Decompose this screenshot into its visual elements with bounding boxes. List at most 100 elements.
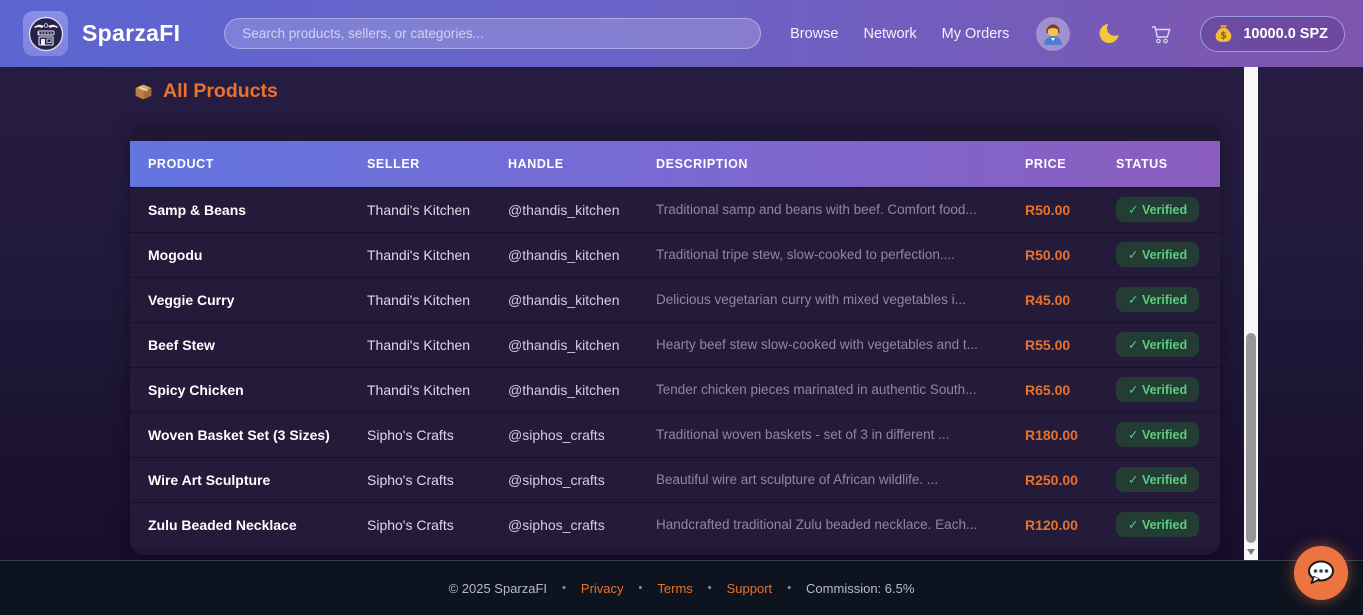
seller-name: Thandi's Kitchen (349, 232, 490, 277)
nav-link-browse[interactable]: Browse (790, 26, 838, 42)
status-cell: ✓ Verified (1098, 457, 1220, 502)
nav-links: Browse Network My Orders (790, 26, 1009, 42)
brand-title: SparzaFI (82, 20, 180, 47)
page-title-text: All Products (163, 80, 278, 103)
search-input[interactable] (224, 18, 761, 49)
wallet-balance-badge[interactable]: $ 10000.0 SPZ (1200, 16, 1345, 52)
product-name: Zulu Beaded Necklace (130, 502, 349, 547)
product-description: Tender chicken pieces marinated in authe… (638, 367, 1007, 412)
col-header-status: STATUS (1098, 141, 1220, 187)
verified-status-badge: ✓ Verified (1116, 332, 1199, 357)
svg-text:$: $ (1221, 30, 1228, 41)
product-description: Hearty beef stew slow-cooked with vegeta… (638, 322, 1007, 367)
sparzafi-logo-icon[interactable] (23, 11, 68, 56)
scrollbar-thumb[interactable] (1246, 333, 1256, 543)
vertical-scrollbar[interactable] (1244, 67, 1258, 560)
product-price: R55.00 (1007, 322, 1098, 367)
product-price: R50.00 (1007, 232, 1098, 277)
theme-toggle-button[interactable] (1097, 21, 1122, 46)
product-description: Traditional samp and beans with beef. Co… (638, 187, 1007, 232)
package-icon (133, 81, 154, 102)
status-cell: ✓ Verified (1098, 232, 1220, 277)
col-header-handle: HANDLE (490, 141, 638, 187)
footer-link-privacy[interactable]: Privacy (581, 581, 624, 596)
footer-separator: • (787, 582, 791, 594)
seller-handle: @thandis_kitchen (490, 187, 638, 232)
footer-link-support[interactable]: Support (727, 581, 773, 596)
product-name: Wire Art Sculpture (130, 457, 349, 502)
seller-name: Thandi's Kitchen (349, 277, 490, 322)
product-name: Mogodu (130, 232, 349, 277)
footer: © 2025 SparzaFI • Privacy • Terms • Supp… (0, 560, 1363, 615)
product-row[interactable]: Samp & Beans Thandi's Kitchen @thandis_k… (130, 187, 1220, 232)
product-name: Samp & Beans (130, 187, 349, 232)
products-table-body: Samp & Beans Thandi's Kitchen @thandis_k… (130, 187, 1220, 547)
seller-name: Thandi's Kitchen (349, 322, 490, 367)
product-row[interactable]: Zulu Beaded Necklace Sipho's Crafts @sip… (130, 502, 1220, 547)
man-avatar-icon (1040, 21, 1066, 47)
verified-status-badge: ✓ Verified (1116, 287, 1199, 312)
navbar: SparzaFI Browse Network My Orders (0, 0, 1363, 67)
status-cell: ✓ Verified (1098, 187, 1220, 232)
product-description: Delicious vegetarian curry with mixed ve… (638, 277, 1007, 322)
product-name: Spicy Chicken (130, 367, 349, 412)
col-header-product: PRODUCT (130, 141, 349, 187)
seller-handle: @thandis_kitchen (490, 367, 638, 412)
products-table: PRODUCT SELLER HANDLE DESCRIPTION PRICE … (130, 141, 1220, 547)
col-header-price: PRICE (1007, 141, 1098, 187)
status-cell: ✓ Verified (1098, 502, 1220, 547)
scrollbar-down-arrow-icon[interactable] (1247, 549, 1255, 555)
seller-handle: @siphos_crafts (490, 457, 638, 502)
chat-button[interactable] (1294, 546, 1348, 600)
verified-status-badge: ✓ Verified (1116, 422, 1199, 447)
nav-link-my-orders[interactable]: My Orders (942, 26, 1010, 42)
navbar-right: Browse Network My Orders (790, 16, 1345, 52)
status-cell: ✓ Verified (1098, 367, 1220, 412)
product-name: Woven Basket Set (3 Sizes) (130, 412, 349, 457)
verified-status-badge: ✓ Verified (1116, 467, 1199, 492)
cart-button[interactable] (1149, 22, 1173, 46)
product-description: Traditional tripe stew, slow-cooked to p… (638, 232, 1007, 277)
product-name: Beef Stew (130, 322, 349, 367)
product-price: R65.00 (1007, 367, 1098, 412)
money-bag-icon: $ (1213, 23, 1234, 44)
product-description: Beautiful wire art sculpture of African … (638, 457, 1007, 502)
product-row[interactable]: Veggie Curry Thandi's Kitchen @thandis_k… (130, 277, 1220, 322)
seller-handle: @siphos_crafts (490, 412, 638, 457)
table-header: PRODUCT SELLER HANDLE DESCRIPTION PRICE … (130, 141, 1220, 187)
page-title: All Products (133, 80, 1363, 103)
footer-separator: • (562, 582, 566, 594)
crescent-moon-icon (1097, 21, 1122, 46)
product-price: R180.00 (1007, 412, 1098, 457)
product-row[interactable]: Mogodu Thandi's Kitchen @thandis_kitchen… (130, 232, 1220, 277)
seller-name: Thandi's Kitchen (349, 187, 490, 232)
footer-link-terms[interactable]: Terms (657, 581, 692, 596)
main-content: All Products PRODUCT SELLER HANDLE DESCR… (0, 67, 1363, 560)
product-row[interactable]: Woven Basket Set (3 Sizes) Sipho's Craft… (130, 412, 1220, 457)
product-row[interactable]: Wire Art Sculpture Sipho's Crafts @sipho… (130, 457, 1220, 502)
nav-link-network[interactable]: Network (863, 26, 916, 42)
product-price: R120.00 (1007, 502, 1098, 547)
seller-name: Sipho's Crafts (349, 502, 490, 547)
shopping-cart-icon (1149, 22, 1173, 46)
seller-name: Sipho's Crafts (349, 457, 490, 502)
product-price: R250.00 (1007, 457, 1098, 502)
balance-amount: 10000.0 SPZ (1243, 26, 1328, 42)
product-description: Traditional woven baskets - set of 3 in … (638, 412, 1007, 457)
footer-copyright: © 2025 SparzaFI (449, 581, 547, 596)
products-card: PRODUCT SELLER HANDLE DESCRIPTION PRICE … (130, 125, 1220, 555)
status-cell: ✓ Verified (1098, 412, 1220, 457)
seller-name: Thandi's Kitchen (349, 367, 490, 412)
product-row[interactable]: Beef Stew Thandi's Kitchen @thandis_kitc… (130, 322, 1220, 367)
footer-separator: • (708, 582, 712, 594)
footer-separator: • (639, 582, 643, 594)
verified-status-badge: ✓ Verified (1116, 242, 1199, 267)
speech-bubble-icon (1304, 556, 1338, 590)
user-avatar[interactable] (1036, 17, 1070, 51)
seller-handle: @thandis_kitchen (490, 232, 638, 277)
verified-status-badge: ✓ Verified (1116, 197, 1199, 222)
product-row[interactable]: Spicy Chicken Thandi's Kitchen @thandis_… (130, 367, 1220, 412)
product-name: Veggie Curry (130, 277, 349, 322)
seller-name: Sipho's Crafts (349, 412, 490, 457)
status-cell: ✓ Verified (1098, 322, 1220, 367)
